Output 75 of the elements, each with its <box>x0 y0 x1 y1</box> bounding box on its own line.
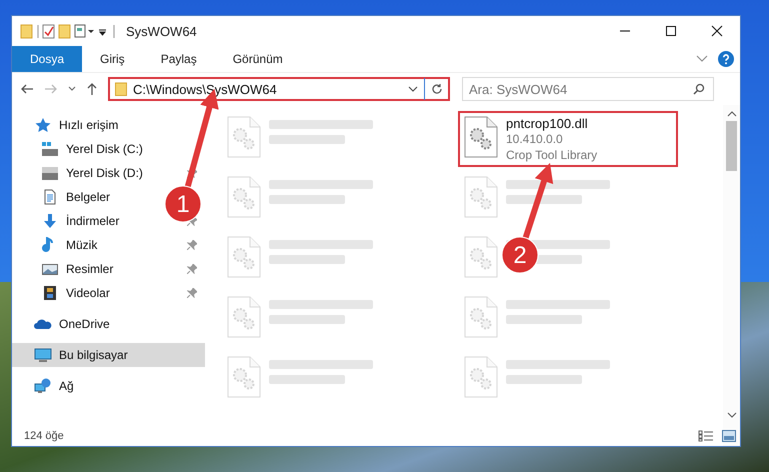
sidebar-label: Ağ <box>59 379 74 393</box>
scrollbar-thumb[interactable] <box>726 121 737 171</box>
up-icon[interactable] <box>86 82 98 96</box>
sidebar-item[interactable]: Müzik <box>12 233 104 257</box>
sidebar-item[interactable]: Ağ <box>12 374 80 398</box>
dll-file-icon <box>464 116 498 158</box>
search-icon <box>693 83 705 95</box>
drive-c-icon <box>41 141 59 157</box>
sidebar-item[interactable]: Yerel Disk (C:) <box>12 137 149 161</box>
sidebar-label: Yerel Disk (C:) <box>66 142 143 156</box>
sidebar-label: Videolar <box>66 286 110 300</box>
sidebar-item[interactable]: Videolar <box>12 281 116 305</box>
folder-icon <box>115 82 127 96</box>
sidebar-item[interactable]: Bu bilgisayar <box>12 343 205 367</box>
sidebar-item[interactable]: Yerel Disk (D:) <box>12 161 149 185</box>
pc-icon <box>34 347 52 363</box>
close-icon <box>711 25 723 37</box>
refresh-icon[interactable] <box>431 83 443 95</box>
maximize-icon <box>665 25 677 37</box>
large-icons-view-icon[interactable] <box>722 430 736 442</box>
pin-icon[interactable] <box>187 168 197 178</box>
sidebar-label: Yerel Disk (D:) <box>66 166 143 180</box>
sidebar-item[interactable]: Belgeler <box>12 185 116 209</box>
pin-icon[interactable] <box>187 264 197 274</box>
dll-file-icon <box>227 296 261 338</box>
dll-file-icon <box>227 236 261 278</box>
window-title: SysWOW64 <box>126 24 197 38</box>
dll-file-icon <box>464 356 498 398</box>
dll-file-icon <box>227 356 261 398</box>
pin-icon[interactable] <box>187 288 197 298</box>
scroll-up-icon[interactable] <box>726 111 736 117</box>
dll-file-icon <box>227 116 261 158</box>
recent-locations-caret-icon[interactable] <box>68 86 76 92</box>
sidebar-label: OneDrive <box>59 317 110 331</box>
details-view-icon[interactable] <box>698 430 714 442</box>
drive-icon <box>41 165 59 181</box>
pin-icon[interactable] <box>187 240 197 250</box>
search-field[interactable]: Ara: SysWOW64 <box>462 77 714 101</box>
sidebar-label: İndirmeler <box>66 214 120 228</box>
ribbon-tab[interactable]: Görünüm <box>214 46 301 72</box>
sidebar-label: Belgeler <box>66 190 110 204</box>
step-number: 2 <box>513 242 527 269</box>
download-icon <box>41 213 59 229</box>
step-number: 1 <box>176 191 190 218</box>
videos-icon <box>41 285 59 301</box>
dll-file-icon <box>227 176 261 218</box>
help-icon[interactable] <box>718 51 734 67</box>
file-version: 10.410.0.0 <box>506 131 564 147</box>
dll-file-icon <box>464 296 498 338</box>
ribbon-tab[interactable]: Paylaş <box>142 46 215 72</box>
sidebar-label: Müzik <box>66 238 98 252</box>
sidebar-item[interactable]: Hızlı erişim <box>12 113 124 137</box>
dll-file-icon <box>464 176 498 218</box>
ribbon-tab[interactable]: Dosya <box>12 46 82 72</box>
sidebar-item[interactable]: OneDrive <box>12 312 116 336</box>
scroll-down-icon[interactable] <box>726 412 736 418</box>
sidebar-item[interactable]: İndirmeler <box>12 209 126 233</box>
ribbon-tab[interactable]: Giriş <box>82 46 143 72</box>
network-icon <box>34 378 52 394</box>
sidebar-item[interactable]: Resimler <box>12 257 120 281</box>
sidebar-label: Hızlı erişim <box>59 118 118 132</box>
address-bar[interactable]: C:\Windows\SysWOW64 <box>108 77 450 101</box>
sidebar-label: Resimler <box>66 262 114 276</box>
file-description: Crop Tool Library <box>506 147 598 163</box>
file-item[interactable]: pntcrop100.dll 10.410.0.0 Crop Tool Library <box>458 111 678 167</box>
back-icon[interactable] <box>20 83 34 95</box>
file-name: pntcrop100.dll <box>506 116 589 131</box>
star-icon <box>34 117 52 133</box>
item-count: 124 öğe <box>23 430 65 444</box>
expand-ribbon-icon[interactable] <box>696 55 708 63</box>
sidebar-label: Bu bilgisayar <box>59 348 128 362</box>
pictures-icon <box>41 261 59 277</box>
scrollbar[interactable] <box>723 105 740 446</box>
dll-file-icon <box>464 236 498 278</box>
dropdown-caret-icon[interactable] <box>408 86 418 92</box>
